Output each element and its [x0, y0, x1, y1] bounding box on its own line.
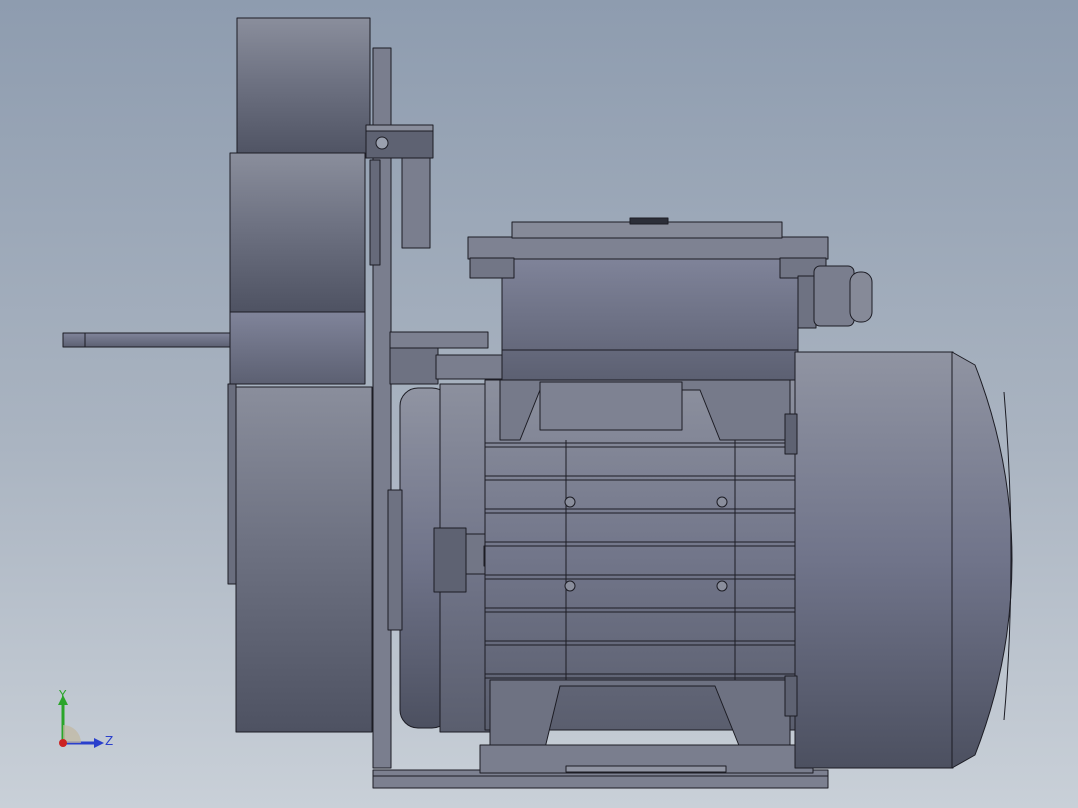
pulley-bottom	[235, 386, 373, 733]
coordinate-triad: Y Z	[58, 688, 113, 748]
bracket-tab	[389, 331, 505, 385]
rear-fan-cover	[784, 351, 1013, 769]
shaft	[62, 332, 234, 348]
terminal-box	[467, 217, 829, 381]
x-axis-point	[59, 739, 67, 747]
graphics-viewport[interactable]: Y Z	[0, 0, 1078, 808]
motor-assembly-model[interactable]	[0, 0, 1078, 808]
pulley-top	[236, 17, 371, 159]
pulley-hub	[229, 311, 366, 385]
z-axis-label: Z	[105, 734, 113, 748]
y-axis-label: Y	[58, 688, 67, 702]
pulley-middle	[229, 152, 366, 314]
